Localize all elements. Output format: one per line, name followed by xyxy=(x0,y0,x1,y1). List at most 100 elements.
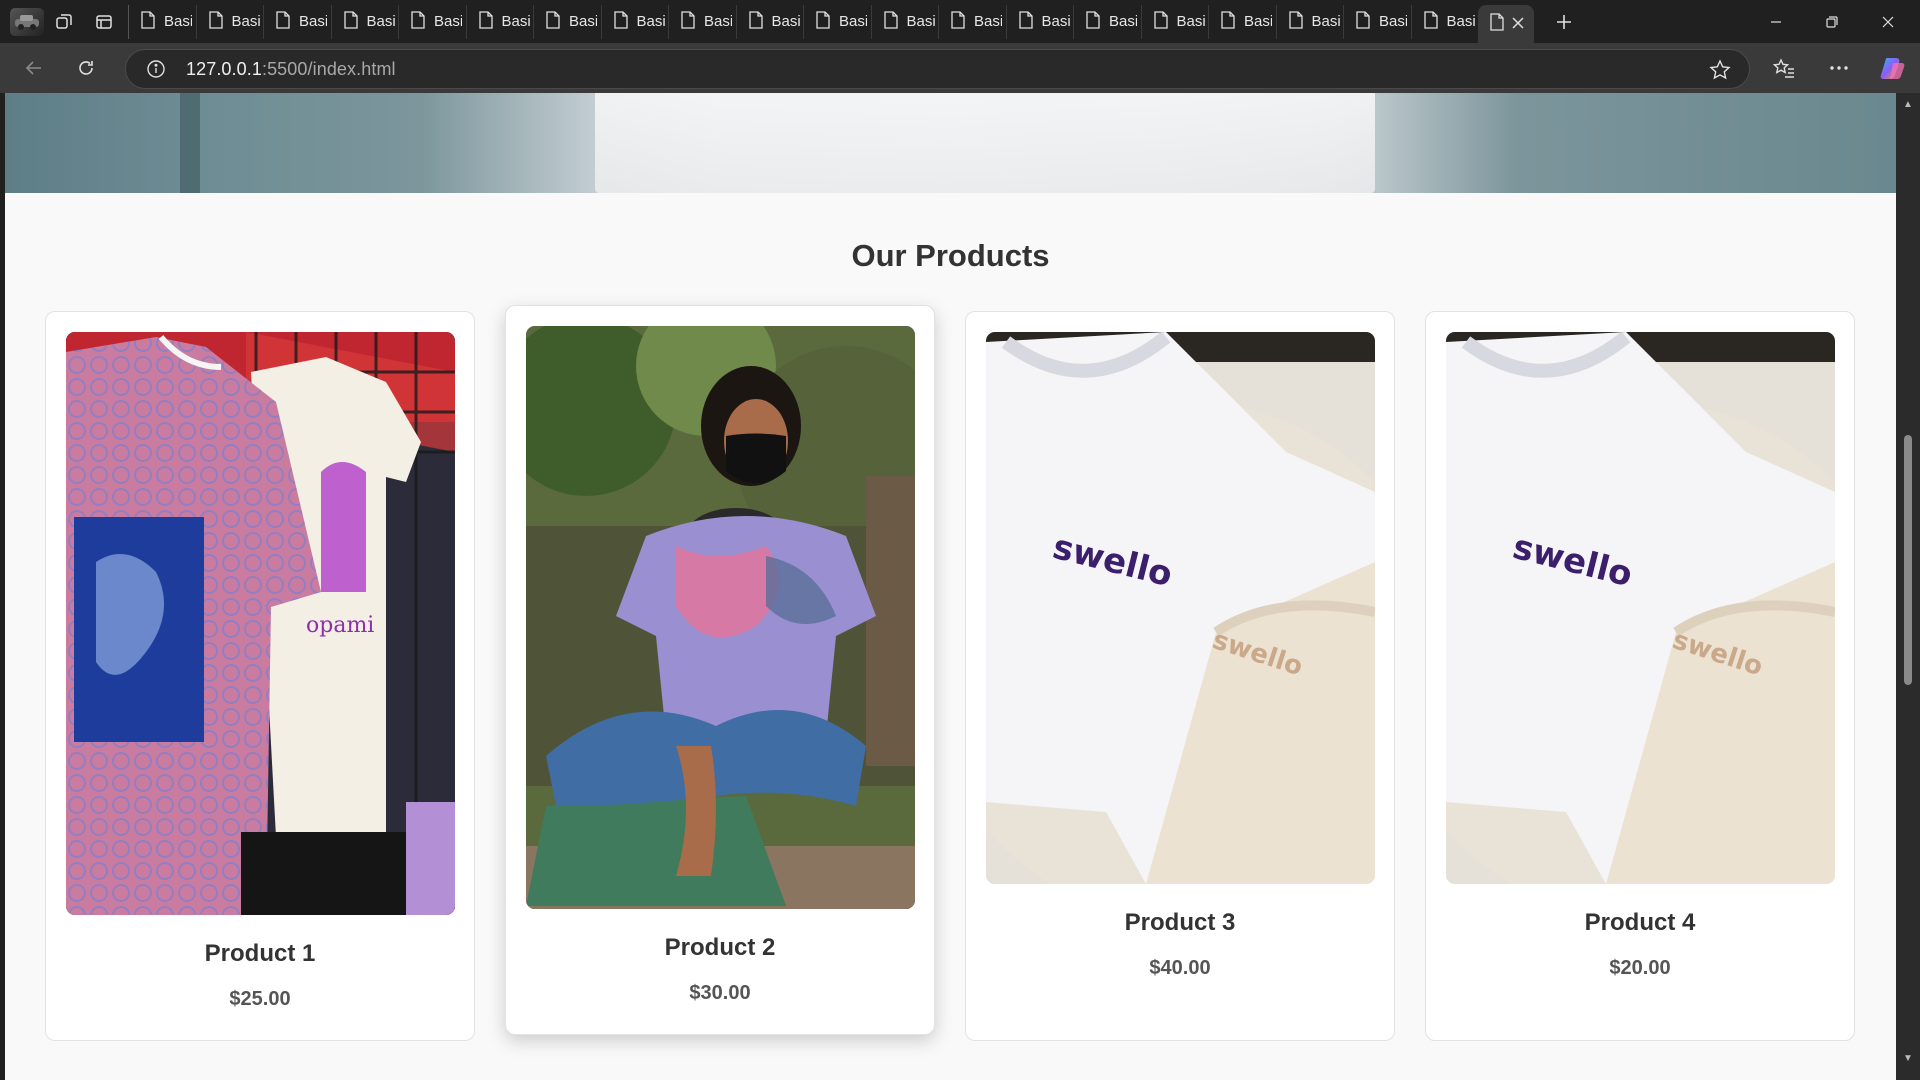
new-tab-button[interactable] xyxy=(1544,4,1584,40)
browser-tab[interactable]: Basi xyxy=(1410,4,1479,39)
product-price: $30.00 xyxy=(689,982,751,1004)
svg-text:opami: opami xyxy=(306,613,374,638)
product-image-2 xyxy=(526,326,915,909)
browser-tab[interactable]: Basi xyxy=(803,4,871,39)
tab-label: Basi xyxy=(1176,13,1205,30)
browser-tab[interactable]: Basi xyxy=(1073,4,1141,39)
browser-toolbar: 127.0.0.1:5500/index.html xyxy=(0,43,1920,93)
product-name: Product 2 xyxy=(664,934,776,961)
copilot-icon[interactable] xyxy=(1873,48,1913,88)
browser-tab[interactable]: Basi xyxy=(330,4,399,39)
browser-tab[interactable]: Basi xyxy=(263,4,331,39)
browser-tab[interactable]: Basi xyxy=(600,4,669,39)
tab-label: Basi xyxy=(501,13,530,30)
restore-button[interactable] xyxy=(1804,0,1860,43)
workspaces-icon[interactable] xyxy=(44,4,84,40)
product-image-3: swello swello xyxy=(986,332,1375,884)
page-icon xyxy=(748,10,763,33)
page-icon xyxy=(343,10,358,33)
tab-strip: Basi Basi Basi Basi Basi Basi Basi Basi Basi Basi… xyxy=(0,0,1920,43)
browser-tab[interactable]: Basi xyxy=(1005,4,1074,39)
page-icon xyxy=(141,10,155,33)
tab-label: Basi xyxy=(974,13,1002,30)
tab-label: Basi xyxy=(1311,13,1340,30)
minimize-button[interactable] xyxy=(1748,0,1804,43)
page-viewport: Our Products opami Product 1 $25.00 Prod… xyxy=(5,93,1896,1080)
tab-label: Basi xyxy=(569,13,597,30)
browser-tab[interactable]: Basi xyxy=(465,4,534,39)
product-name: Product 1 xyxy=(204,940,316,967)
page-icon xyxy=(276,10,290,33)
scroll-up-arrow-icon[interactable]: ▲ xyxy=(1903,99,1913,110)
page-icon xyxy=(951,10,965,33)
browser-tab[interactable]: Basi xyxy=(668,4,736,39)
more-menu-icon[interactable] xyxy=(1819,48,1859,88)
url-text: 127.0.0.1:5500/index.html xyxy=(186,58,396,79)
tab-actions-icon[interactable] xyxy=(84,4,124,40)
page-icon xyxy=(883,10,898,33)
page-icon xyxy=(1490,13,1504,35)
profile-avatar[interactable] xyxy=(10,7,44,36)
tab-label: Basi xyxy=(1379,13,1407,30)
page-icon xyxy=(1356,10,1370,33)
page-icon xyxy=(1423,10,1438,33)
close-window-button[interactable] xyxy=(1860,0,1916,43)
product-card-2[interactable]: Product 2 $30.00 xyxy=(505,305,935,1035)
page-icon xyxy=(1288,10,1303,33)
tab-label: Basi xyxy=(1446,13,1475,30)
browser-tab[interactable]: Basi xyxy=(1140,4,1209,39)
browser-tab[interactable]: Basi xyxy=(938,4,1006,39)
scroll-down-arrow-icon[interactable]: ▼ xyxy=(1903,1053,1913,1064)
product-price: $20.00 xyxy=(1609,957,1671,979)
product-name: Product 4 xyxy=(1584,909,1696,936)
page-icon xyxy=(681,10,695,33)
product-card-3[interactable]: swello swello Product 3 $40.00 xyxy=(965,311,1395,1041)
page-icon xyxy=(1153,10,1168,33)
page-icon xyxy=(478,10,493,33)
refresh-button[interactable] xyxy=(66,48,106,88)
product-card-1[interactable]: opami Product 1 $25.00 xyxy=(45,311,475,1041)
page-icon xyxy=(613,10,628,33)
tab-label: Basi xyxy=(434,13,462,30)
page-icon xyxy=(1221,10,1235,33)
address-bar[interactable]: 127.0.0.1:5500/index.html xyxy=(125,49,1750,89)
tab-label: Basi xyxy=(299,13,327,30)
product-price: $25.00 xyxy=(229,988,291,1010)
product-image-1: opami xyxy=(66,332,455,915)
tab-label: Basi xyxy=(1109,13,1137,30)
browser-tab[interactable]: Basi xyxy=(1275,4,1344,39)
browser-tab-active[interactable] xyxy=(1478,5,1534,43)
product-card-4[interactable]: swello swello Product 4 $20.00 xyxy=(1425,311,1855,1041)
page-icon xyxy=(411,10,425,33)
browser-tab[interactable]: Basi xyxy=(1208,4,1276,39)
product-name: Product 3 xyxy=(1124,909,1236,936)
browser-tab[interactable]: Basi xyxy=(398,4,466,39)
browser-tab[interactable]: Basi xyxy=(735,4,804,39)
close-tab-icon[interactable] xyxy=(1512,16,1524,33)
favorites-icon[interactable] xyxy=(1764,48,1804,88)
tab-label: Basi xyxy=(366,13,395,30)
tab-label: Basi xyxy=(1244,13,1272,30)
browser-tab[interactable]: Basi xyxy=(533,4,601,39)
browser-tab[interactable]: Basi xyxy=(1343,4,1411,39)
site-info-icon[interactable] xyxy=(146,59,166,84)
tab-label: Basi xyxy=(839,13,867,30)
product-price: $40.00 xyxy=(1149,957,1211,979)
hero-banner-image xyxy=(5,93,1896,193)
tab-label: Basi xyxy=(704,13,732,30)
page-icon xyxy=(816,10,830,33)
tab-label: Basi xyxy=(164,13,192,30)
favorite-star-icon[interactable] xyxy=(1709,59,1731,86)
tab-label: Basi xyxy=(906,13,935,30)
page-icon xyxy=(1018,10,1033,33)
browser-tab[interactable]: Basi xyxy=(870,4,939,39)
page-scrollbar[interactable]: ▲ ▼ xyxy=(1896,93,1920,1080)
back-button[interactable] xyxy=(14,48,54,88)
section-title: Our Products xyxy=(851,238,1050,273)
tab-label: Basi xyxy=(231,13,260,30)
browser-tab[interactable]: Basi xyxy=(128,4,196,39)
scroll-thumb[interactable] xyxy=(1904,435,1912,685)
page-icon xyxy=(546,10,560,33)
tab-label: Basi xyxy=(636,13,665,30)
browser-tab[interactable]: Basi xyxy=(195,4,264,39)
